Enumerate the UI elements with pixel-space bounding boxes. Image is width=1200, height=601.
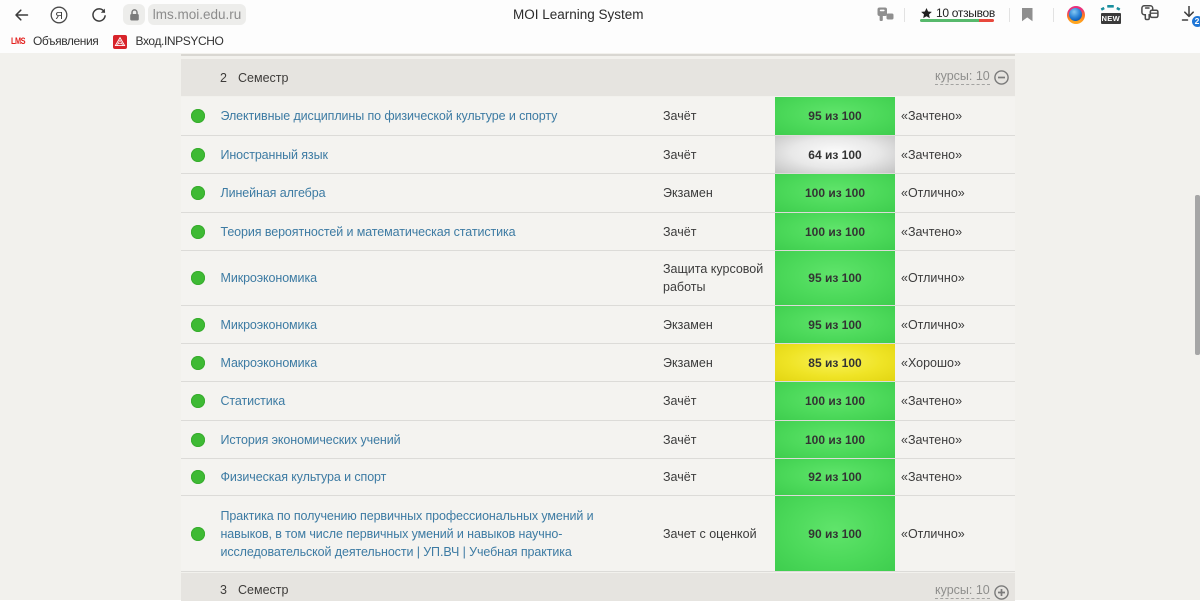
svg-text:Я: Я: [55, 10, 63, 22]
